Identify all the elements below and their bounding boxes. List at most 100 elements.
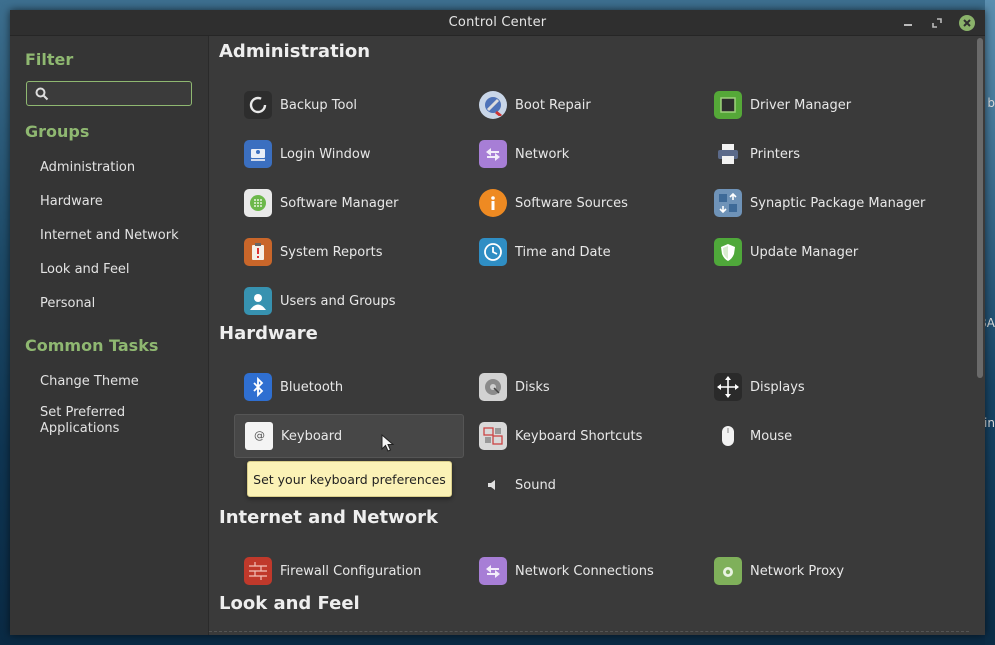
info-icon — [479, 189, 507, 217]
desktop-text-fragment: b — [987, 96, 995, 110]
section-title-look-and-feel: Look and Feel — [219, 593, 360, 614]
disk-icon — [479, 373, 507, 401]
minimize-button[interactable] — [900, 15, 916, 31]
item-label: Synaptic Package Manager — [750, 195, 926, 211]
item-displays[interactable]: Displays — [704, 365, 934, 409]
clipboard-icon — [244, 238, 272, 266]
filter-heading: Filter — [25, 50, 74, 69]
shield-icon — [714, 238, 742, 266]
chip-icon — [714, 91, 742, 119]
cut-off-row — [209, 631, 969, 635]
item-label: Sound — [515, 477, 556, 493]
item-bluetooth[interactable]: Bluetooth — [234, 365, 464, 409]
scrollbar[interactable] — [977, 38, 983, 378]
software-manager-icon — [244, 189, 272, 217]
item-network[interactable]: Network — [469, 132, 699, 176]
item-mouse[interactable]: Mouse — [704, 414, 934, 458]
item-network-connections[interactable]: Network Connections — [469, 549, 699, 593]
maximize-icon — [932, 18, 942, 28]
item-label: Software Manager — [280, 195, 399, 211]
group-internet-and-network[interactable]: Internet and Network — [40, 228, 179, 244]
control-center-window: Control Center Filter Groups Administrat… — [10, 10, 985, 635]
search-input[interactable] — [26, 81, 192, 106]
main-content: Administration Backup Tool Boot Repair D… — [209, 36, 985, 635]
keyboard-shortcuts-icon — [479, 422, 507, 450]
close-icon — [963, 19, 971, 27]
window-title: Control Center — [448, 15, 547, 30]
item-login-window[interactable]: Login Window — [234, 132, 464, 176]
group-personal[interactable]: Personal — [40, 296, 95, 312]
item-driver-manager[interactable]: Driver Manager — [704, 83, 934, 127]
item-label: Boot Repair — [515, 97, 591, 113]
clock-icon — [479, 238, 507, 266]
item-sound[interactable]: Sound — [469, 463, 699, 507]
item-label: Keyboard Shortcuts — [515, 428, 643, 444]
section-title-internet-and-network: Internet and Network — [219, 507, 438, 528]
item-label: Update Manager — [750, 244, 859, 260]
item-label: System Reports — [280, 244, 383, 260]
section-title-administration: Administration — [219, 41, 371, 62]
item-label: Users and Groups — [280, 293, 396, 309]
item-boot-repair[interactable]: Boot Repair — [469, 83, 699, 127]
item-disks[interactable]: Disks — [469, 365, 699, 409]
firewall-icon — [244, 557, 272, 585]
common-tasks-heading: Common Tasks — [25, 336, 159, 355]
item-time-and-date[interactable]: Time and Date — [469, 230, 699, 274]
item-keyboard[interactable]: @ Keyboard — [234, 414, 464, 458]
item-label: Network Connections — [515, 563, 654, 579]
item-label: Network Proxy — [750, 563, 845, 579]
section-title-hardware: Hardware — [219, 323, 318, 344]
task-change-theme[interactable]: Change Theme — [40, 374, 139, 390]
item-label: Firewall Configuration — [280, 563, 422, 579]
item-software-manager[interactable]: Software Manager — [234, 181, 464, 225]
groups-heading: Groups — [25, 122, 90, 141]
item-label: Time and Date — [515, 244, 611, 260]
item-label: Displays — [750, 379, 805, 395]
item-label: Mouse — [750, 428, 793, 444]
printer-icon — [714, 140, 742, 168]
group-look-and-feel[interactable]: Look and Feel — [40, 262, 130, 278]
backup-icon — [244, 91, 272, 119]
svg-text:@: @ — [254, 429, 265, 442]
item-label: Disks — [515, 379, 550, 395]
minimize-icon — [904, 24, 912, 26]
item-network-proxy[interactable]: Network Proxy — [704, 549, 934, 593]
item-users-and-groups[interactable]: Users and Groups — [234, 279, 464, 323]
keyboard-tooltip: Set your keyboard preferences — [247, 461, 452, 497]
bluetooth-icon — [244, 373, 272, 401]
desktop-text-fragment: in — [984, 416, 995, 430]
item-firewall-configuration[interactable]: Firewall Configuration — [234, 549, 464, 593]
login-window-icon — [244, 140, 272, 168]
item-keyboard-shortcuts[interactable]: Keyboard Shortcuts — [469, 414, 699, 458]
displays-icon — [714, 373, 742, 401]
proxy-icon — [714, 557, 742, 585]
mouse-cursor-icon — [381, 434, 395, 452]
item-label: Bluetooth — [280, 379, 344, 395]
user-icon — [244, 287, 272, 315]
boot-repair-icon — [479, 91, 507, 119]
item-backup-tool[interactable]: Backup Tool — [234, 83, 464, 127]
synaptic-icon — [714, 189, 742, 217]
group-administration[interactable]: Administration — [40, 160, 135, 176]
item-label: Login Window — [280, 146, 371, 162]
mouse-icon — [714, 422, 742, 450]
maximize-button[interactable] — [929, 15, 945, 31]
item-label: Keyboard — [281, 428, 343, 444]
item-label: Network — [515, 146, 570, 162]
item-software-sources[interactable]: Software Sources — [469, 181, 699, 225]
keyboard-icon: @ — [245, 422, 273, 450]
item-system-reports[interactable]: System Reports — [234, 230, 464, 274]
item-synaptic-package-manager[interactable]: Synaptic Package Manager — [704, 181, 934, 225]
title-bar[interactable]: Control Center — [10, 10, 985, 36]
close-button[interactable] — [959, 15, 975, 31]
search-icon — [35, 87, 49, 101]
item-label: Backup Tool — [280, 97, 358, 113]
speaker-icon — [479, 471, 507, 499]
group-hardware[interactable]: Hardware — [40, 194, 103, 210]
item-printers[interactable]: Printers — [704, 132, 934, 176]
task-set-preferred-applications[interactable]: Set Preferred Applications — [40, 405, 125, 437]
network-connections-icon — [479, 557, 507, 585]
item-label: Printers — [750, 146, 801, 162]
item-label: Software Sources — [515, 195, 628, 211]
item-update-manager[interactable]: Update Manager — [704, 230, 934, 274]
